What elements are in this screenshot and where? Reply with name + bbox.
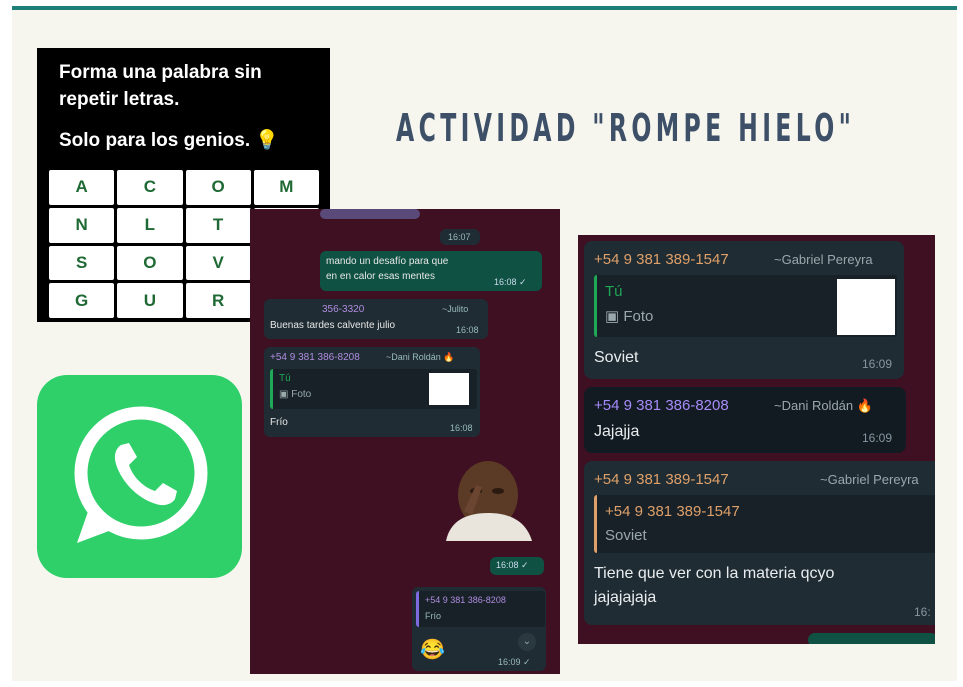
letter-cell: A (49, 170, 115, 205)
message-bubble-out: mando un desafío para que en en calor es… (320, 251, 542, 291)
quote-text: ▣ Foto (605, 308, 654, 325)
letter-cell: T (185, 207, 251, 243)
quote-author: Tú (605, 283, 623, 300)
message-time: 16:08 ✓ (494, 277, 527, 287)
letter-cell: G (49, 283, 115, 318)
sender-number: +54 9 381 386-8208 (594, 397, 729, 414)
message-time: 16:08 ✓ (496, 560, 529, 570)
letter-cell: M (253, 170, 319, 205)
letter-cell: O (117, 245, 183, 281)
message-bubble-out: 16:08 ✓ (490, 557, 544, 575)
quote-text: Soviet (605, 527, 647, 544)
letter-cell: V (185, 245, 251, 281)
letter-cell: U (117, 283, 183, 318)
message-time: 16:08 (456, 325, 479, 335)
date-chip: 16:07 (440, 229, 480, 245)
sender-alias: ~Gabriel Pereyra (774, 252, 873, 267)
letter-cell: N (49, 207, 115, 243)
message-text: jajajajaja (594, 589, 657, 606)
sender-alias: ~Julito (442, 304, 469, 314)
message-time: 16:09 (862, 357, 893, 371)
sender-number: +54 9 381 386-8208 (270, 352, 360, 363)
sender-number: +54 9 381 389-1547 (594, 251, 729, 268)
sender-number: +54 9 381 389-1547 (594, 471, 729, 488)
letter-cell: O (185, 170, 251, 205)
quote-text: Frío (425, 611, 442, 621)
message-time: 16:07 (448, 232, 471, 242)
sender-alias: ~Dani Roldán 🔥 (386, 352, 455, 362)
message-text: en en calor esas mentes (326, 271, 435, 282)
quote-author: +54 9 381 386-8208 (425, 595, 506, 605)
message-text: Jajajja (594, 423, 640, 440)
puzzle-line-1: Forma una palabra sin (59, 62, 262, 83)
quote-text: ▣ Foto (279, 389, 312, 400)
letter-cell: R (185, 283, 251, 318)
quoted-message: Tú ▣ Foto (594, 275, 897, 337)
letter-cell: L (117, 207, 183, 243)
quote-author: Tú (279, 373, 291, 384)
puzzle-line-3: Solo para los genios. 💡 (59, 130, 280, 151)
sender-alias: ~Dani Roldán 🔥 (774, 398, 873, 413)
slide-title: ACTIVIDAD "ROMPE HIELO" (396, 106, 856, 150)
sender-number: 356-3320 (322, 304, 365, 315)
quoted-message: +54 9 381 386-8208 Frío (416, 591, 545, 627)
whatsapp-icon (37, 375, 242, 578)
chat-screenshot-left: 16:07 mando un desafío para que en en ca… (250, 209, 560, 674)
scroll-down-icon[interactable]: ⌄ (518, 633, 536, 651)
image-strip (320, 209, 420, 219)
message-bubble-out (808, 633, 935, 644)
top-rule (12, 6, 957, 10)
message-time: 16:08 (450, 423, 473, 433)
message-bubble-in: +54 9 381 389-1547 ~Gabriel Pereyra Tú ▣… (584, 241, 904, 379)
message-bubble-in: +54 9 381 389-1547 ~Gabriel Pereyra +54 … (584, 461, 935, 625)
message-time: 16:09 (862, 431, 893, 445)
laughing-emoji: 😂 (420, 639, 445, 661)
message-text: Frío (270, 417, 288, 428)
message-bubble-in: +54 9 381 386-8208 ~Dani Roldán 🔥 Jajajj… (584, 387, 906, 453)
sticker-image (436, 455, 540, 541)
message-text: Soviet (594, 349, 639, 366)
message-bubble-in: 356-3320 ~Julito Buenas tardes calvente … (264, 299, 488, 339)
message-time: 16: (914, 605, 931, 619)
quoted-message: Tú ▣ Foto (270, 369, 477, 409)
photo-thumbnail (837, 279, 895, 335)
message-bubble-in: +54 9 381 386-8208 ~Dani Roldán 🔥 Tú ▣ F… (264, 347, 480, 437)
message-text: Tiene que ver con la materia qcyo (594, 565, 835, 582)
message-text: Buenas tardes calvente julio (270, 320, 396, 331)
puzzle-line-2: repetir letras. (59, 89, 180, 110)
photo-thumbnail (429, 373, 469, 405)
message-text: mando un desafío para que (326, 256, 449, 267)
slide: ACTIVIDAD "ROMPE HIELO" Forma una palabr… (12, 6, 957, 681)
chat-screenshot-right: +54 9 381 389-1547 ~Gabriel Pereyra Tú ▣… (578, 235, 935, 644)
message-time: 16:09 ✓ (498, 657, 531, 667)
message-bubble-in: +54 9 381 386-8208 Frío 😂 ⌄ 16:09 ✓ (412, 587, 546, 671)
letter-cell: S (49, 245, 115, 281)
quoted-message: +54 9 381 389-1547 Soviet (594, 495, 935, 553)
sender-alias: ~Gabriel Pereyra (820, 472, 919, 487)
letter-cell: C (117, 170, 183, 205)
quote-author: +54 9 381 389-1547 (605, 503, 740, 520)
